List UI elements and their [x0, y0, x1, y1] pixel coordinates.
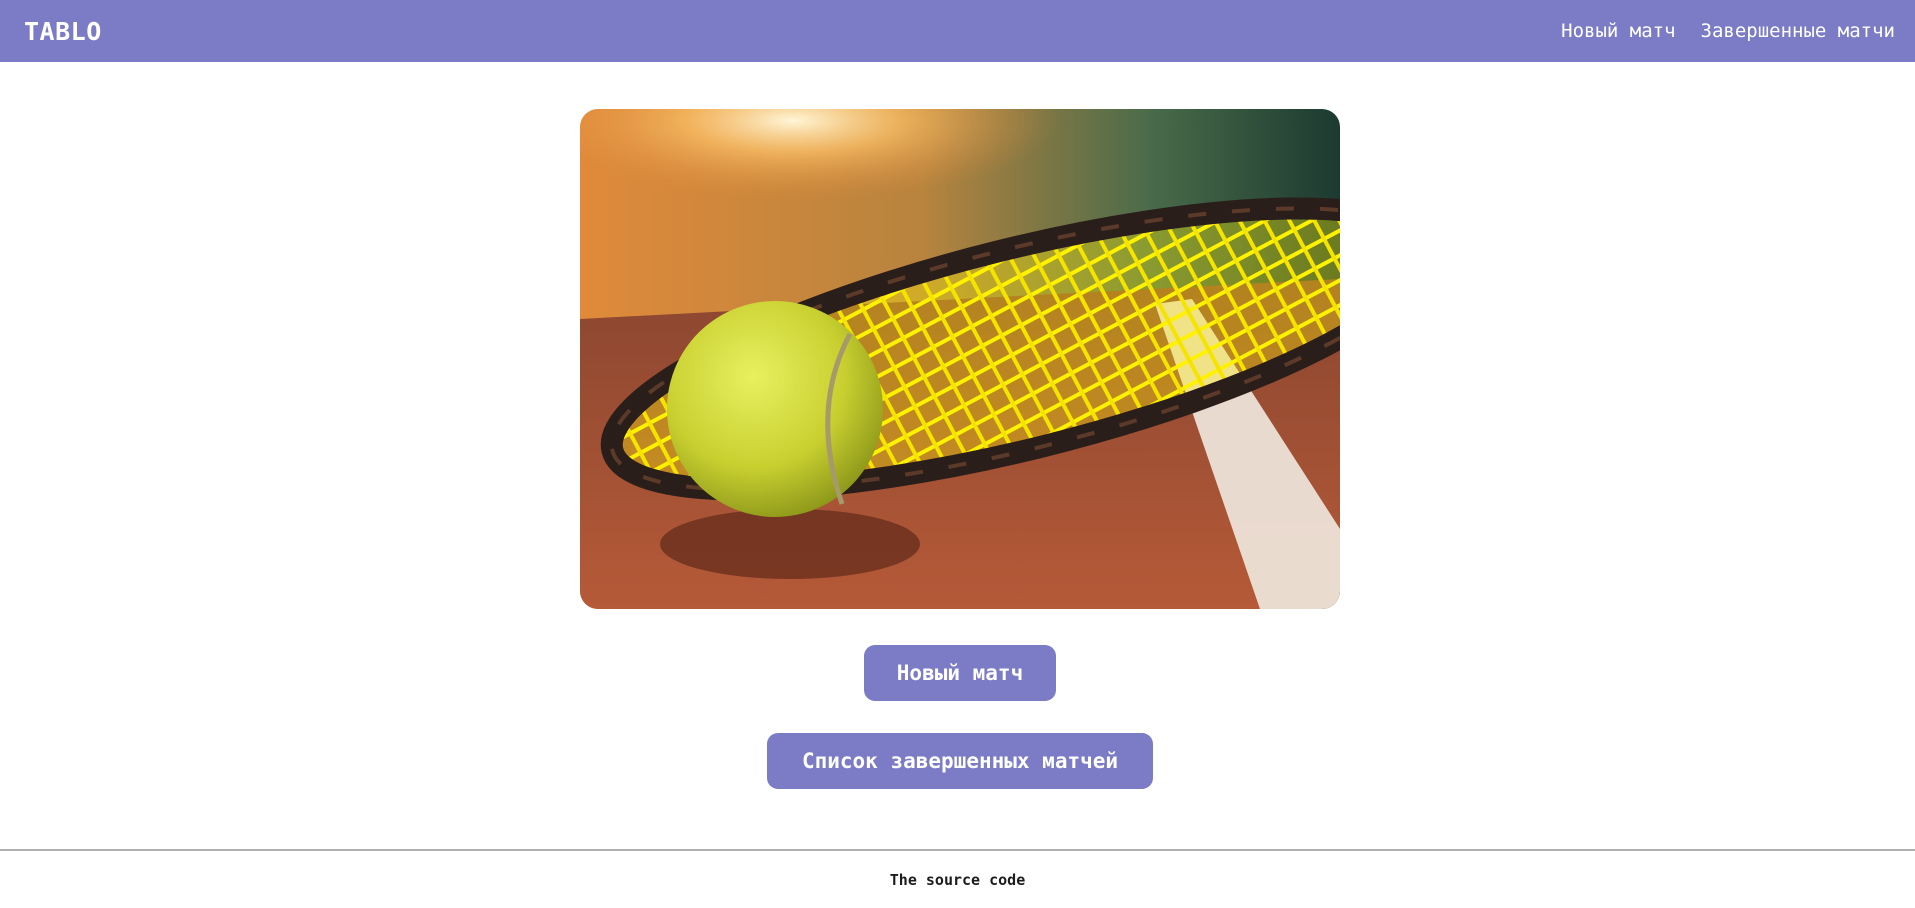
nav-link-finished-matches[interactable]: Завершенные матчи [1701, 20, 1895, 42]
new-match-button[interactable]: Новый матч [864, 645, 1056, 701]
brand-logo-link[interactable]: TABLO [24, 17, 102, 46]
finished-matches-button[interactable]: Список завершенных матчей [767, 733, 1153, 789]
main-nav: Новый матч Завершенные матчи [1561, 20, 1895, 42]
top-navbar: TABLO Новый матч Завершенные матчи [0, 0, 1915, 62]
tennis-illustration [580, 109, 1340, 609]
source-code-link[interactable]: The source code [0, 871, 1915, 889]
nav-link-new-match[interactable]: Новый матч [1561, 20, 1675, 42]
hero-image [580, 109, 1340, 609]
footer-divider [0, 849, 1915, 851]
